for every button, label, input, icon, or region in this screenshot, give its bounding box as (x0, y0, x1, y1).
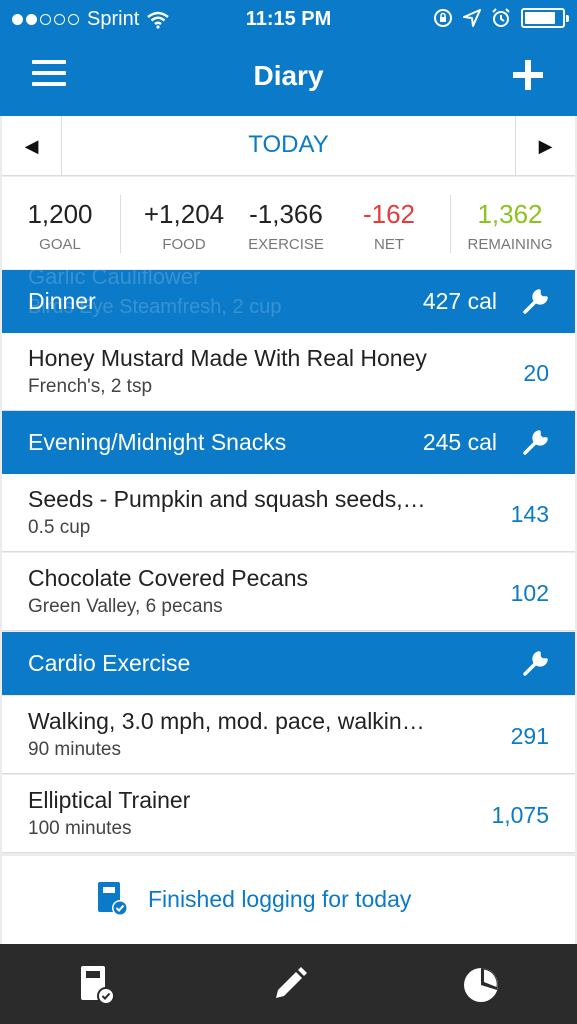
wrench-icon[interactable] (521, 286, 551, 316)
alarm-icon (492, 8, 510, 27)
top-bar: Sprint 11:15 PM Diary (0, 0, 577, 116)
wrench-icon[interactable] (521, 648, 551, 678)
wrench-icon[interactable] (521, 427, 551, 457)
divider (120, 195, 121, 253)
item-calories: 1,075 (491, 802, 549, 828)
nav-bar: Diary (0, 38, 577, 116)
summary-net: -162 NET (348, 199, 430, 253)
section-calories: 427 cal (422, 288, 497, 314)
section-cardio-exercise[interactable]: Cardio Exercise (2, 632, 575, 695)
exercise-value: -1,366 (249, 199, 323, 229)
item-detail: Green Valley, 6 pecans (28, 596, 223, 617)
exercise-item-elliptical[interactable]: Elliptical Trainer 100 minutes 1,075 (2, 775, 575, 853)
page-title: Diary (253, 60, 324, 91)
finished-logging-button[interactable]: Finished logging for today (96, 880, 411, 918)
tab-bar (0, 944, 577, 1024)
item-calories: 102 (510, 580, 549, 606)
status-bar: Sprint 11:15 PM (0, 0, 577, 38)
section-name: Dinner (28, 288, 96, 314)
location-icon (463, 9, 481, 27)
item-detail: French's, 2 tsp (28, 376, 153, 397)
finished-logging-row: Finished logging for today (2, 856, 575, 944)
scrolled-item-title: Garlic Cauliflower (28, 270, 201, 289)
item-name: Chocolate Covered Pecans (28, 565, 308, 591)
item-calories: 20 (523, 360, 549, 386)
pencil-icon[interactable] (268, 964, 310, 1006)
remaining-label: REMAINING (467, 236, 553, 253)
plus-icon[interactable] (513, 60, 543, 90)
section-name: Evening/Midnight Snacks (28, 429, 287, 455)
item-calories: 291 (510, 723, 549, 749)
section-calories: 245 cal (422, 429, 497, 455)
net-label: NET (374, 236, 404, 253)
food-value: +1,204 (143, 199, 225, 229)
exercise-label: EXERCISE (248, 236, 324, 253)
calorie-summary: 1,200 GOAL +1,204 FOOD -1,366 EXERCISE -… (2, 177, 575, 269)
item-name: Seeds - Pumpkin and squash seeds,… (28, 486, 426, 512)
remaining-value: 1,362 (477, 199, 543, 229)
item-calories: 143 (510, 501, 549, 527)
net-value: -162 (362, 199, 416, 229)
status-right (433, 8, 569, 28)
item-name: Honey Mustard Made With Real Honey (28, 345, 427, 371)
section-name: Cardio Exercise (28, 650, 191, 676)
pie-chart-icon[interactable] (460, 964, 502, 1006)
summary-exercise: -1,366 EXERCISE (238, 199, 334, 253)
item-detail: 90 minutes (28, 739, 121, 760)
date-navigator: ◀ TODAY ▶ (2, 116, 575, 176)
finished-logging-label: Finished logging for today (148, 885, 412, 912)
section-dinner[interactable]: Garlic Cauliflower Birds Eye Steamfresh,… (2, 270, 575, 333)
diary-check-icon (98, 882, 128, 916)
item-name: Elliptical Trainer (28, 787, 191, 813)
item-name: Walking, 3.0 mph, mod. pace, walkin… (28, 708, 425, 734)
diary-check-icon[interactable] (76, 964, 118, 1006)
section-evening-snacks[interactable]: Evening/Midnight Snacks 245 cal (2, 411, 575, 474)
goal-label: GOAL (39, 236, 81, 253)
date-label[interactable]: TODAY (62, 116, 515, 176)
previous-day-button[interactable]: ◀ (2, 116, 62, 176)
summary-remaining: 1,362 REMAINING (460, 199, 560, 253)
summary-food: +1,204 FOOD (134, 199, 234, 253)
next-day-button[interactable]: ▶ (515, 116, 575, 176)
food-item-pumpkin-seeds[interactable]: Seeds - Pumpkin and squash seeds,… 0.5 c… (2, 474, 575, 552)
item-detail: 0.5 cup (28, 517, 91, 538)
battery-icon (521, 8, 569, 28)
divider (450, 195, 451, 253)
lock-rotation-icon (434, 9, 452, 27)
food-label: FOOD (162, 236, 206, 253)
food-item-honey-mustard[interactable]: Honey Mustard Made With Real Honey Frenc… (2, 333, 575, 411)
food-item-chocolate-pecans[interactable]: Chocolate Covered Pecans Green Valley, 6… (2, 553, 575, 631)
item-detail: 100 minutes (28, 818, 132, 839)
goal-value: 1,200 (27, 199, 93, 229)
summary-goal[interactable]: 1,200 GOAL (16, 199, 104, 253)
exercise-item-walking[interactable]: Walking, 3.0 mph, mod. pace, walkin… 90 … (2, 696, 575, 774)
